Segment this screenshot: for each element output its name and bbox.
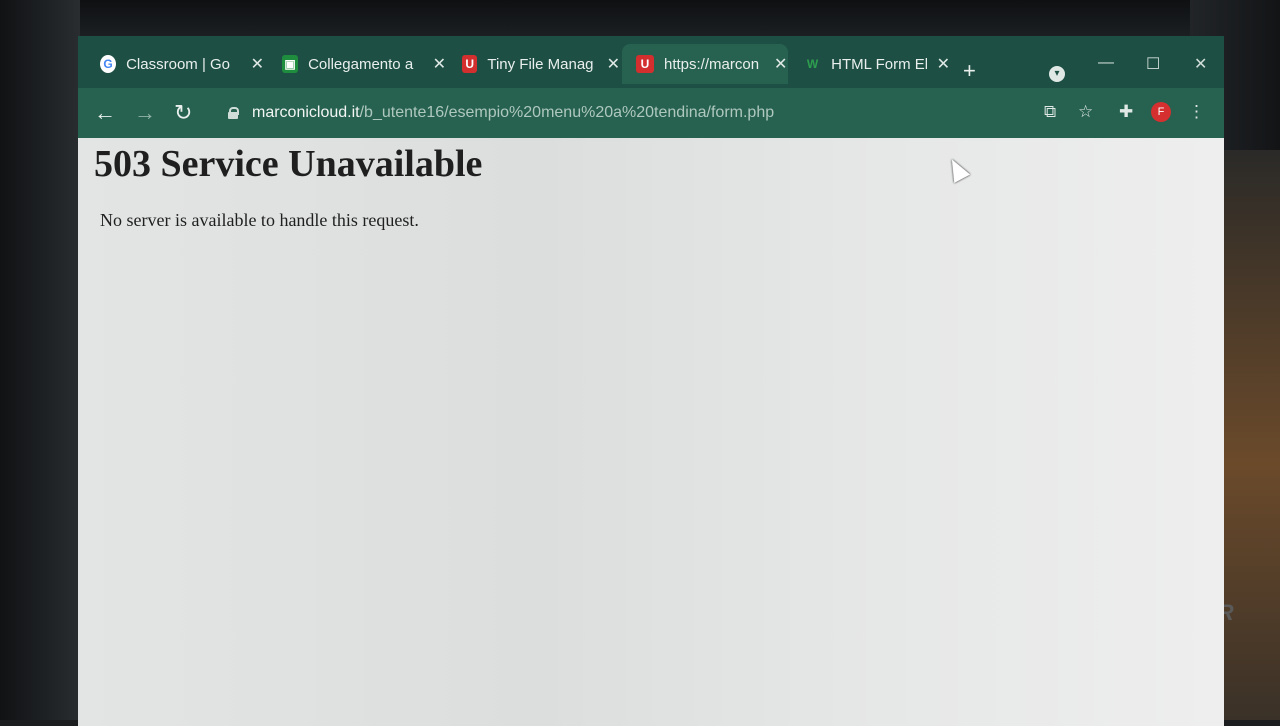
tab-title: Collegamento a [308, 55, 414, 73]
bookmark-star-icon[interactable]: ☆ [1078, 102, 1093, 122]
lock-icon[interactable] [228, 107, 239, 119]
error-message: No server is available to handle this re… [100, 210, 419, 230]
google-icon: G [100, 55, 117, 73]
tab-title: https://marcon [664, 55, 760, 73]
back-icon[interactable]: ← [94, 100, 116, 126]
tab-title: HTML Form Ele [831, 55, 927, 73]
w3-icon: W [806, 57, 819, 71]
close-tab-icon[interactable]: ✕ [251, 54, 264, 74]
tab-search-icon[interactable]: ▾ [1049, 66, 1065, 82]
extensions-icon[interactable]: ✚ [1119, 102, 1133, 122]
maximize-icon[interactable]: ☐ [1146, 54, 1160, 74]
tab-collegamento[interactable]: ▣ Collegamento a ✕ [268, 44, 446, 84]
forward-icon[interactable]: → [134, 100, 156, 126]
url-path: /b_utente16/esempio%20menu%20a%20tendina… [359, 104, 775, 121]
translate-icon[interactable]: ⧉ [1044, 102, 1056, 122]
tab-strip: G Classroom | Go ✕ ▣ Collegamento a ✕ U … [78, 36, 1224, 88]
mouse-cursor-icon [943, 155, 971, 183]
profile-avatar[interactable]: F [1151, 102, 1171, 122]
url-host: marconicloud.it [252, 104, 360, 121]
tab-html-form-elements[interactable]: W HTML Form Ele ✕ [790, 44, 950, 84]
tab-classroom[interactable]: G Classroom | Go ✕ [86, 44, 264, 84]
close-tab-icon[interactable]: ✕ [607, 54, 620, 74]
classroom-icon: ▣ [282, 55, 299, 73]
reload-icon[interactable]: ↻ [174, 100, 192, 126]
page-content: 503 Service Unavailable No server is ava… [78, 138, 1224, 726]
menu-kebab-icon[interactable]: ⋮ [1188, 102, 1205, 122]
tab-tiny-file-manager[interactable]: U Tiny File Manag ✕ [448, 44, 620, 84]
tab-title: Classroom | Go [126, 55, 231, 73]
minimize-icon[interactable]: — [1098, 54, 1114, 72]
page-title: 503 Service Unavailable [94, 143, 483, 185]
address-bar[interactable]: marconicloud.it/b_utente16/esempio%20men… [216, 95, 1036, 131]
close-window-icon[interactable]: ✕ [1194, 54, 1207, 74]
monitor-bezel-left [0, 0, 80, 720]
tab-title: Tiny File Manag [487, 55, 594, 73]
tab-marconicloud[interactable]: U https://marcon ✕ [622, 44, 788, 84]
close-tab-icon[interactable]: ✕ [433, 54, 446, 74]
new-tab-icon[interactable]: + [963, 58, 976, 84]
toolbar: ← → ↻ marconicloud.it/b_utente16/esempio… [78, 88, 1224, 138]
close-tab-icon[interactable]: ✕ [774, 54, 787, 74]
monitor-bezel-top [0, 0, 1280, 40]
u-icon: U [462, 55, 478, 73]
u-icon: U [636, 55, 654, 73]
close-tab-icon[interactable]: ✕ [937, 54, 950, 74]
browser-window: G Classroom | Go ✕ ▣ Collegamento a ✕ U … [78, 36, 1224, 726]
